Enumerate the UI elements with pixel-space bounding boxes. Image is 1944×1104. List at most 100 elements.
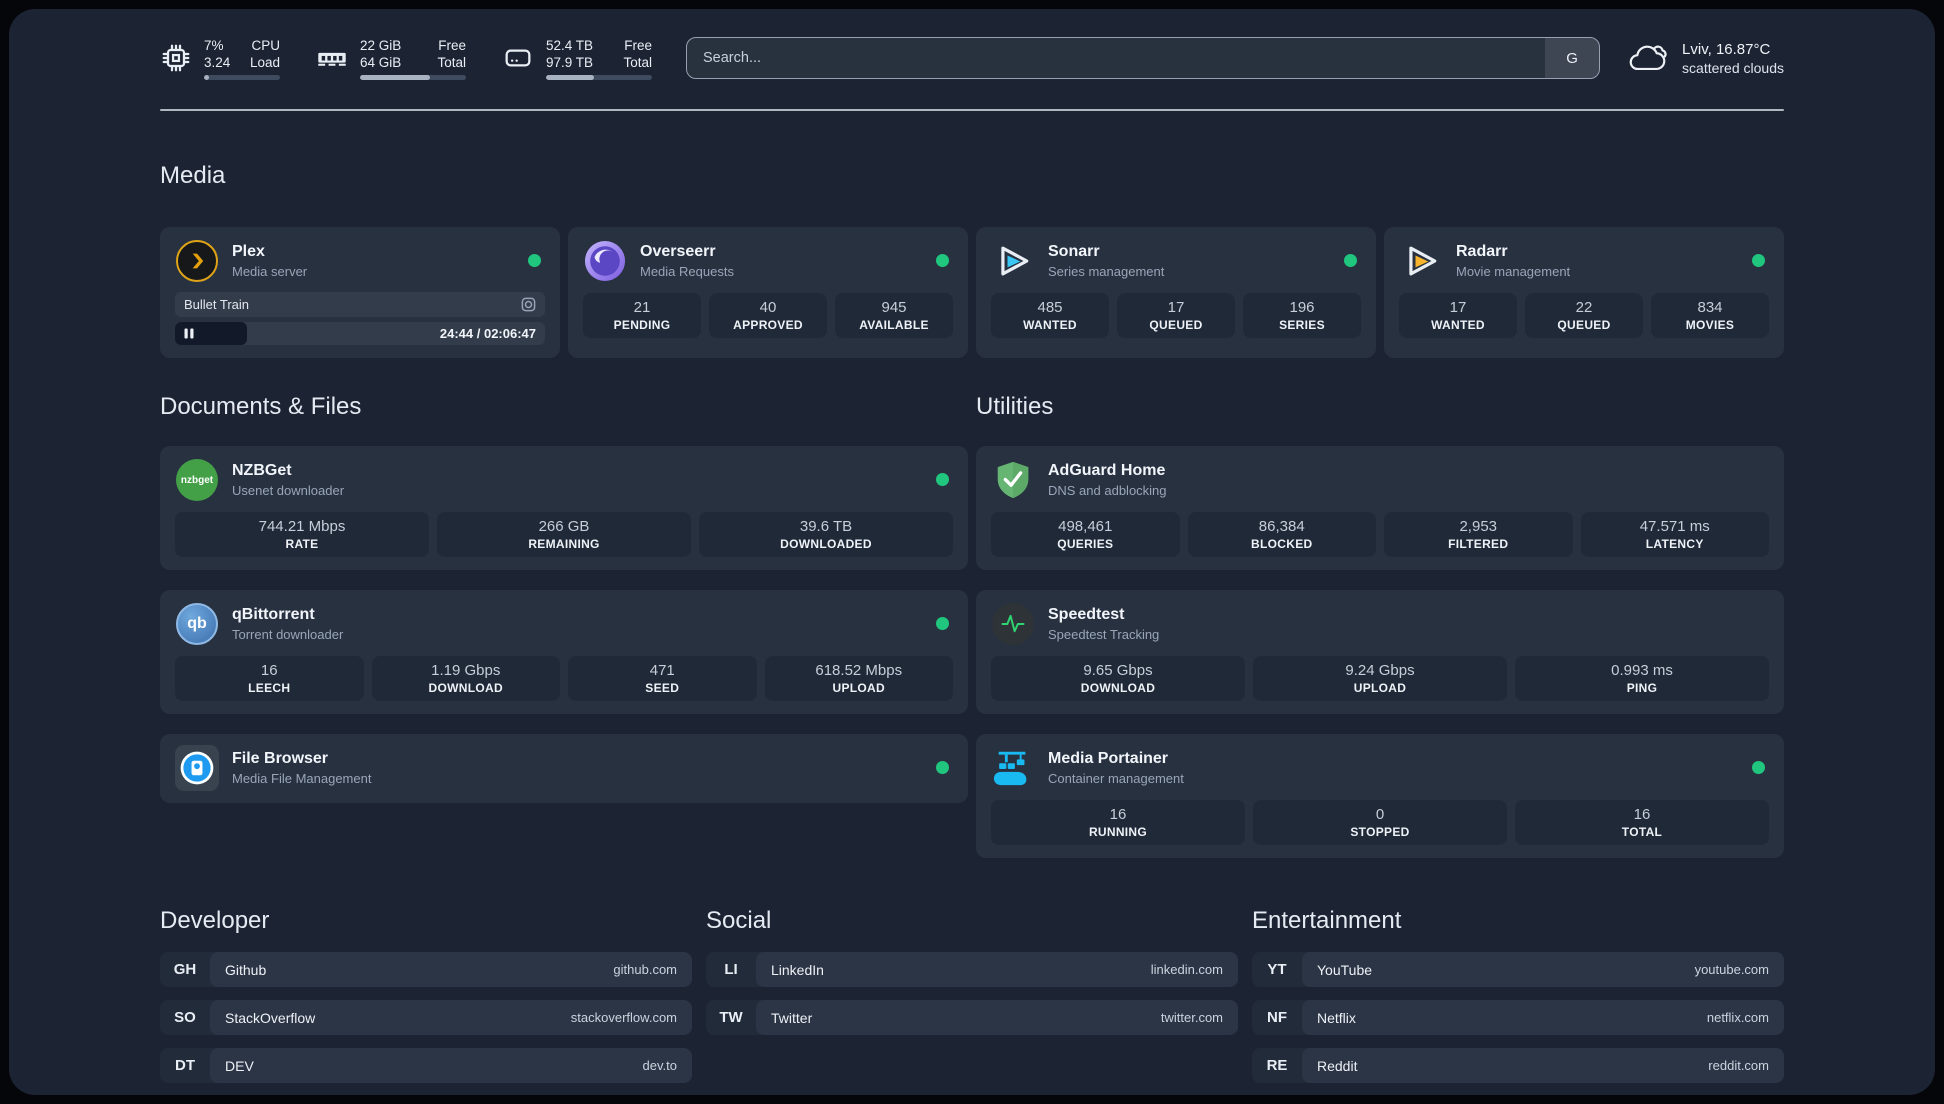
bookmark-youtube[interactable]: YT YouTube youtube.com (1252, 952, 1784, 987)
stat-label: FILTERED (1448, 537, 1509, 551)
stat-value: 266 GB (538, 518, 590, 535)
bookmark-name: Github (225, 961, 267, 978)
bookmark-abbr: YT (1267, 961, 1287, 978)
stat-tile: 834 MOVIES (1651, 293, 1769, 338)
stat-label: PENDING (613, 318, 671, 332)
bookmark-github[interactable]: GH Github github.com (160, 952, 692, 987)
weather-location-temp: Lviv, 16.87°C (1682, 40, 1771, 58)
stat-label: DOWNLOAD (428, 681, 503, 695)
bookmark-abbr: SO (174, 1009, 196, 1026)
stat-tile: 39.6 TB DOWNLOADED (699, 512, 953, 557)
stat-label: UPLOAD (832, 681, 885, 695)
section-title-media: Media (160, 162, 226, 189)
disk-total-value: 97.9 TB (546, 54, 594, 70)
bookmark-url: stackoverflow.com (570, 1010, 677, 1025)
status-dot (936, 761, 949, 774)
app-subtitle: Media server (232, 264, 308, 279)
stat-tile: 40 APPROVED (709, 293, 827, 338)
stat-label: QUEUED (1149, 318, 1203, 332)
cpu-stat-widget: 7% CPU 3.24 Load (160, 37, 280, 80)
stat-label: DOWNLOAD (1080, 681, 1156, 695)
stat-tile: 0.993 ms PING (1515, 656, 1769, 701)
bookmark-netflix[interactable]: NF Netflix netflix.com (1252, 1000, 1784, 1035)
stat-label: UPLOAD (1353, 681, 1407, 695)
stat-value: 86,384 (1258, 518, 1305, 535)
stat-tile: 0 STOPPED (1253, 800, 1507, 845)
status-dot (1752, 761, 1765, 774)
stat-label: DOWNLOADED (780, 537, 872, 551)
app-title: File Browser (232, 750, 329, 767)
app-card-qbittorrent[interactable]: qb qBittorrent Torrent downloader 16 LEEC… (160, 590, 968, 714)
weather-condition: scattered clouds (1682, 59, 1784, 76)
memory-progress-bar (360, 74, 466, 80)
stat-tile: 16 TOTAL (1515, 800, 1769, 845)
stat-tile: 266 GB REMAINING (437, 512, 691, 557)
nzbget-icon: nzbget (175, 458, 219, 502)
bookmark-url: github.com (613, 962, 677, 977)
status-dot (936, 473, 949, 486)
stat-label: QUERIES (1057, 537, 1114, 551)
disk-icon (505, 49, 531, 67)
header-divider (160, 109, 1784, 111)
app-card-plex[interactable]: Plex Media server Bullet Train 24:44 / 0… (160, 227, 560, 358)
app-card-portainer[interactable]: Media Portainer Container management 16 R… (976, 734, 1784, 858)
stat-value: 834 (1697, 299, 1723, 316)
bookmark-reddit[interactable]: RE Reddit reddit.com (1252, 1048, 1784, 1083)
stat-value: 22 (1575, 299, 1593, 316)
stat-value: 1.19 Gbps (431, 662, 501, 679)
bookmark-dev[interactable]: DT DEV dev.to (160, 1048, 692, 1083)
stat-tile: 9.24 Gbps UPLOAD (1253, 656, 1507, 701)
cpu-usage-value: 7% (204, 37, 224, 53)
weather-widget: Lviv, 16.87°C scattered clouds (1626, 40, 1784, 77)
disk-free-label: Free (624, 37, 652, 53)
playback-progress-fill (175, 322, 248, 345)
app-title: Media Portainer (1048, 750, 1169, 767)
plex-now-playing: Bullet Train 24:44 / 02:06:47 (175, 292, 545, 345)
stat-value: 9.65 Gbps (1083, 662, 1153, 679)
app-card-radarr[interactable]: Radarr Movie management 17 WANTED 22 QUEUE… (1384, 227, 1784, 358)
stat-label: LATENCY (1645, 537, 1704, 551)
utilities-column: Utilities AdGuard Home DNS and adblockin… (976, 392, 1784, 858)
search-bar: G (686, 37, 1601, 79)
stat-label: RUNNING (1088, 825, 1148, 839)
stat-tile: 16 LEECH (175, 656, 364, 701)
stat-tile: 86,384 BLOCKED (1187, 512, 1376, 557)
app-card-speedtest[interactable]: Speedtest Speedtest Tracking 9.65 Gbps DO… (976, 590, 1784, 714)
stat-label: MOVIES (1685, 318, 1735, 332)
bookmark-stackoverflow[interactable]: SO StackOverflow stackoverflow.com (160, 1000, 692, 1035)
entertainment-column: Entertainment YT YouTube youtube.com NF N… (1252, 906, 1784, 1095)
bookmark-url: twitter.com (1160, 1010, 1223, 1025)
cpu-icon (162, 44, 190, 72)
bookmark-name: StackOverflow (225, 1009, 316, 1026)
bookmark-linkedin[interactable]: LI LinkedIn linkedin.com (706, 952, 1238, 987)
stat-tile: 17 WANTED (1399, 293, 1517, 338)
app-card-nzbget[interactable]: nzbget NZBGet Usenet downloader 744.21 M… (160, 446, 968, 570)
now-playing-title: Bullet Train (184, 297, 250, 312)
bookmark-url: dev.to (642, 1058, 677, 1073)
speedtest-icon (991, 602, 1035, 646)
app-card-filebrowser[interactable]: File Browser Media File Management (160, 734, 968, 803)
app-card-sonarr[interactable]: Sonarr Series management 485 WANTED 17 QUE… (976, 227, 1376, 358)
app-card-adguard[interactable]: AdGuard Home DNS and adblocking 498,461 Q… (976, 446, 1784, 570)
search-engine-button[interactable]: G (1545, 38, 1600, 78)
search-input[interactable] (687, 38, 1546, 78)
bookmark-name: DEV (225, 1057, 254, 1074)
stat-label: LEECH (248, 681, 291, 695)
bookmark-abbr: RE (1266, 1057, 1288, 1074)
documents-column: Documents & Files nzbget NZBGet Usenet d… (160, 392, 968, 858)
stat-value: 618.52 Mbps (815, 662, 903, 679)
ram-icon (318, 52, 346, 66)
bookmark-twitter[interactable]: TW Twitter twitter.com (706, 1000, 1238, 1035)
status-dot (936, 617, 949, 630)
app-card-overseerr[interactable]: Overseerr Media Requests 21 PENDING 40 APP… (568, 227, 968, 358)
bookmark-abbr: GH (173, 961, 197, 978)
stat-value: 485 (1037, 299, 1063, 316)
sonarr-icon (991, 239, 1035, 283)
stat-tile: 945 AVAILABLE (835, 293, 953, 338)
section-title-documents: Documents & Files (160, 393, 362, 420)
section-title-utilities: Utilities (976, 393, 1054, 420)
app-title: Speedtest (1048, 606, 1125, 623)
memory-free-value: 22 GiB (360, 37, 402, 53)
bookmark-abbr: TW (719, 1009, 743, 1026)
stat-label: PING (1626, 681, 1658, 695)
